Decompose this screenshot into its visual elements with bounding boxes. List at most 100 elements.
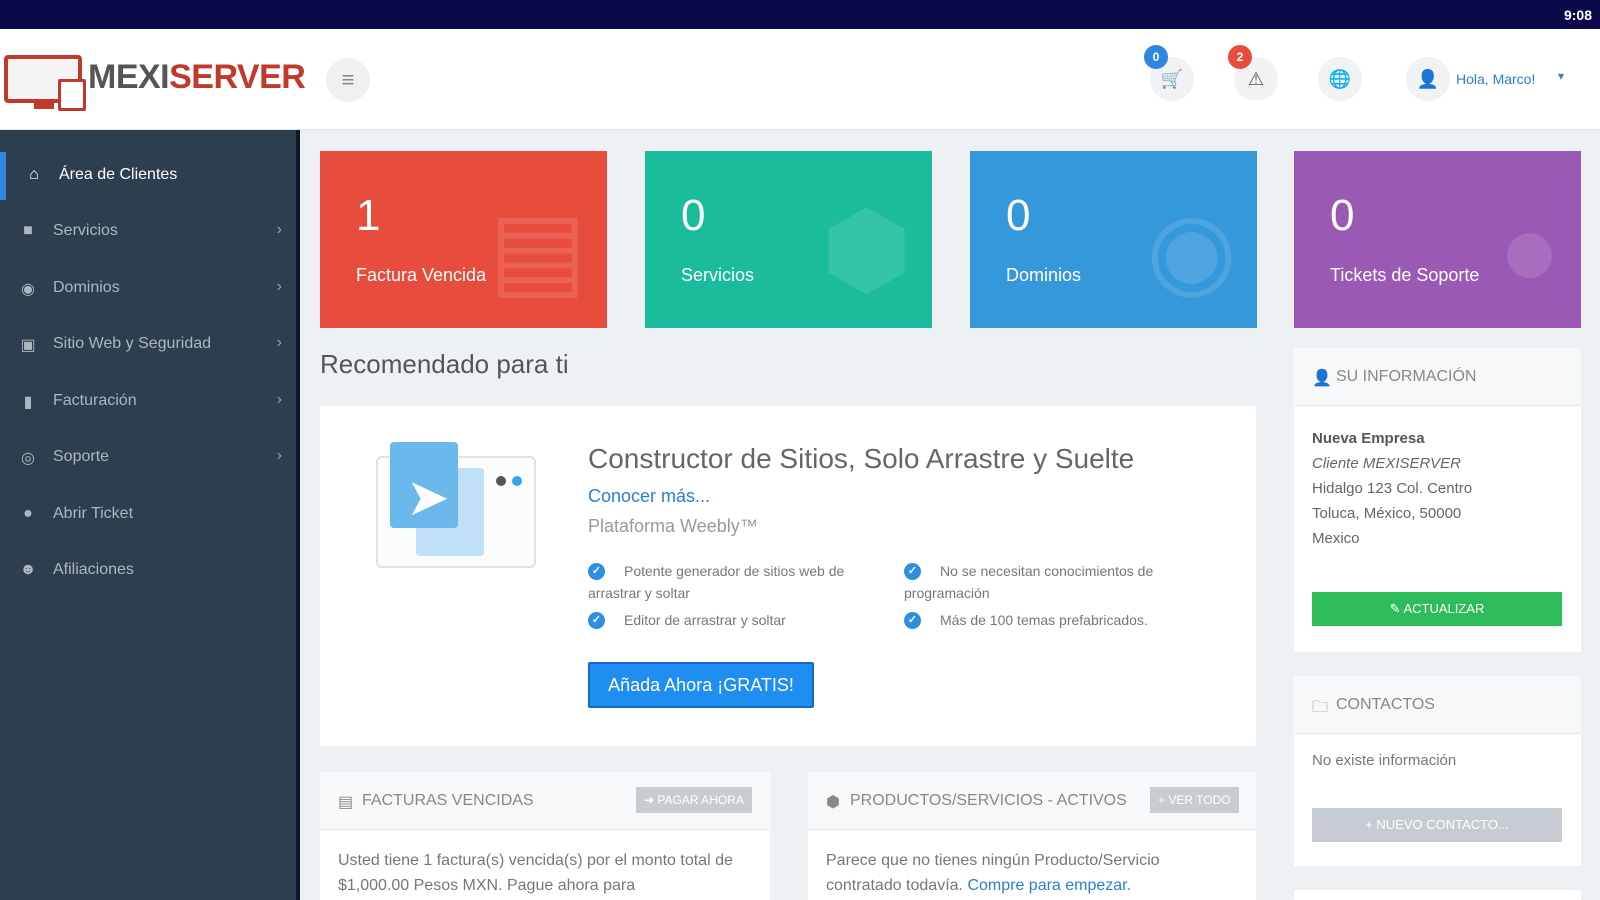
cube-icon: ⬢ xyxy=(826,794,840,811)
user-greeting: Hola, Marco! xyxy=(1456,71,1536,87)
cube-icon: ⬢ xyxy=(821,192,912,308)
contacts-panel: 🗀 CONTACTOS No existe información + NUEV… xyxy=(1294,676,1581,866)
file-icon: ▮ xyxy=(23,394,33,411)
address-block: Nueva Empresa Cliente MEXISERVER Hidalgo… xyxy=(1312,426,1472,551)
buy-to-start-link[interactable]: Compre para empezar. xyxy=(967,877,1131,894)
cart-icon: 🛒 xyxy=(1160,69,1184,89)
plus-icon: + xyxy=(1365,817,1377,832)
overdue-invoices-panel: ▤ FACTURAS VENCIDAS ➜ PAGAR AHORA Usted … xyxy=(320,772,770,900)
box-icon: ■ xyxy=(23,222,33,239)
pencil-icon: ✎ xyxy=(1389,601,1404,616)
hamburger-icon[interactable]: ≡ xyxy=(326,58,370,102)
check-icon: ✓ xyxy=(904,612,921,629)
sidebar-item-label: Soporte xyxy=(53,448,110,465)
user-icon: 👤 xyxy=(1312,370,1332,387)
your-info-panel: 👤 SU INFORMACIÓN Nueva Empresa Cliente M… xyxy=(1294,348,1581,652)
check-icon: ✓ xyxy=(588,563,605,580)
sidebar-item-servicios[interactable]: ■ Servicios › xyxy=(0,208,296,256)
user-icon: 👤 xyxy=(1406,57,1450,101)
brand-logo[interactable]: MEXISERVER xyxy=(4,51,306,111)
users-icon: ☻ xyxy=(19,561,37,578)
globe-icon: 🌐 xyxy=(1328,69,1352,89)
new-contact-button[interactable]: + NUEVO CONTACTO... xyxy=(1312,808,1562,842)
sidebar-item-dominios[interactable]: ◉ Dominios › xyxy=(0,265,296,313)
recommended-card: ➤ Constructor de Sitios, Solo Arrastre y… xyxy=(320,406,1256,746)
add-now-free-button[interactable]: Añada Ahora ¡GRATIS! xyxy=(588,662,814,708)
tile-label: Tickets de Soporte xyxy=(1330,265,1480,285)
products-text: Parece que no tienes ningún Producto/Ser… xyxy=(826,852,1160,894)
feature-item: ✓ Más de 100 temas prefabricados. xyxy=(904,609,1214,631)
chevron-right-icon: › xyxy=(276,391,282,408)
alerts-button[interactable]: ⚠ 2 xyxy=(1228,45,1278,101)
plus-icon: + xyxy=(1158,793,1169,807)
sidebar-item-soporte[interactable]: ◎ Soporte › xyxy=(0,434,296,482)
recommended-title: Constructor de Sitios, Solo Arrastre y S… xyxy=(588,442,1208,513)
sidebar-item-label: Área de Clientes xyxy=(59,166,178,183)
invoice-icon: ▤ xyxy=(338,794,354,811)
sidebar: ⌂ Área de Clientes ■ Servicios › ◉ Domin… xyxy=(0,130,300,900)
tile-label: Dominios xyxy=(1006,265,1082,285)
check-icon: ✓ xyxy=(904,563,921,580)
caret-down-icon: ▾ xyxy=(1558,69,1565,83)
company-name: Nueva Empresa xyxy=(1312,430,1425,447)
top-header: MEXISERVER ≡ 🛒 0 ⚠ 2 🌐 👤 Hola, Marco! ▾ xyxy=(0,29,1600,130)
panel-title: CONTACTOS xyxy=(1336,696,1435,713)
tile-value: 0 xyxy=(681,191,706,240)
feature-item: ✓ No se necesitan conocimientos de progr… xyxy=(904,563,1154,601)
tile-label: Factura Vencida xyxy=(356,265,487,285)
sidebar-item-label: Afiliaciones xyxy=(53,561,134,578)
learn-more-link[interactable]: Conocer más... xyxy=(588,486,710,506)
sidebar-item-label: Dominios xyxy=(53,279,120,296)
sidebar-item-label: Abrir Ticket xyxy=(53,505,134,522)
comments-icon: ● xyxy=(1498,192,1561,308)
sidebar-item-label: Sitio Web y Seguridad xyxy=(53,335,212,352)
sidebar-item-label: Servicios xyxy=(53,222,118,239)
panel-title: FACTURAS VENCIDAS xyxy=(362,792,534,809)
monitor-icon: ▣ xyxy=(20,337,36,354)
sidebar-item-facturacion[interactable]: ▮ Facturación › xyxy=(0,378,296,426)
panel-title: SU INFORMACIÓN xyxy=(1336,368,1477,385)
feature-item: ✓ Potente generador de sitios web de arr… xyxy=(588,563,845,601)
panel-title: PRODUCTOS/SERVICIOS - ACTIVOS xyxy=(850,792,1127,809)
warning-icon: ⚠ xyxy=(1247,69,1265,89)
globe-icon: ◉ xyxy=(1146,192,1237,308)
folder-icon: 🗀 xyxy=(1312,699,1329,716)
tile-facturas-vencidas[interactable]: 1 Factura Vencida ▤ xyxy=(320,151,607,328)
view-all-button[interactable]: + VER TODO xyxy=(1150,787,1239,813)
client-label: Cliente MEXISERVER xyxy=(1312,455,1461,472)
globe-icon: ◉ xyxy=(21,281,35,298)
sidebar-item-sitio-web[interactable]: ▣ Sitio Web y Seguridad › xyxy=(0,321,296,369)
cart-count-badge: 0 xyxy=(1144,45,1168,69)
feature-item: ✓ Editor de arrastrar y soltar xyxy=(588,609,898,631)
arrow-icon: ➜ xyxy=(644,793,658,807)
site-builder-illustration-icon: ➤ xyxy=(376,442,536,574)
status-clock: 9:08 xyxy=(1563,7,1592,23)
sidebar-item-afiliaciones[interactable]: ☻ Afiliaciones xyxy=(0,547,296,595)
sidebar-item-label: Facturación xyxy=(53,392,137,409)
chevron-right-icon: › xyxy=(276,221,282,238)
active-products-panel: ⬢ PRODUCTOS/SERVICIOS - ACTIVOS + VER TO… xyxy=(808,772,1256,900)
sidebar-item-area-clientes[interactable]: ⌂ Área de Clientes xyxy=(0,152,296,200)
sidebar-item-abrir-ticket[interactable]: ● Abrir Ticket xyxy=(0,491,296,539)
pay-now-button[interactable]: ➜ PAGAR AHORA xyxy=(636,787,752,813)
alerts-count-badge: 2 xyxy=(1228,45,1252,69)
address-country: Mexico xyxy=(1312,530,1360,547)
recommended-heading: Recomendado para ti xyxy=(320,349,569,379)
logo-monitor-icon xyxy=(4,55,86,111)
update-button[interactable]: ✎ ACTUALIZAR xyxy=(1312,592,1562,626)
tile-label: Servicios xyxy=(681,265,755,285)
lifebuoy-icon: ◎ xyxy=(21,450,35,467)
contacts-empty-text: No existe información xyxy=(1312,752,1457,769)
language-button[interactable]: 🌐 xyxy=(1318,57,1362,101)
cart-button[interactable]: 🛒 0 xyxy=(1144,45,1194,101)
check-icon: ✓ xyxy=(588,612,605,629)
address-line: Toluca, México, 50000 xyxy=(1312,505,1462,522)
comment-icon: ● xyxy=(23,505,33,522)
tile-tickets[interactable]: 0 Tickets de Soporte ● xyxy=(1294,151,1581,328)
tile-servicios[interactable]: 0 Servicios ⬢ xyxy=(645,151,932,328)
overdue-text: Usted tiene 1 factura(s) vencida(s) por … xyxy=(338,852,733,894)
tile-dominios[interactable]: 0 Dominios ◉ xyxy=(970,151,1257,328)
chevron-right-icon: › xyxy=(276,447,282,464)
home-icon: ⌂ xyxy=(29,166,39,183)
cursor-icon: ➤ xyxy=(406,469,450,527)
